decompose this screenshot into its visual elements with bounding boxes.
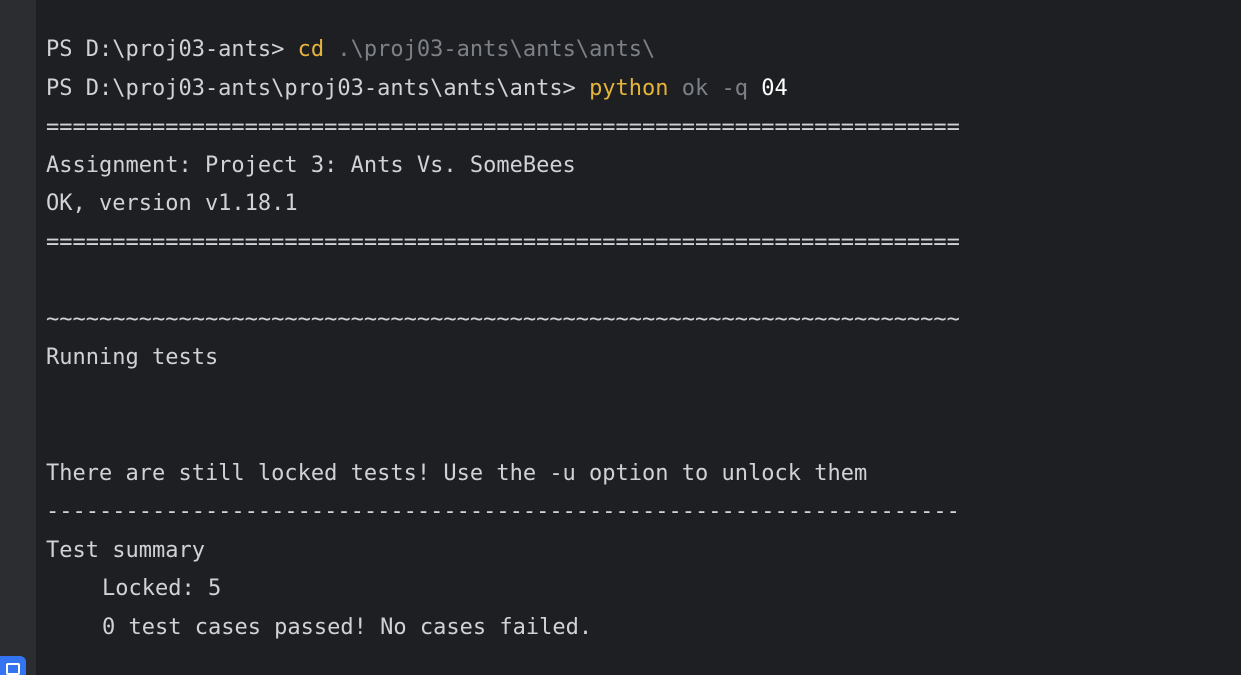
version-line: OK, version v1.18.1 (46, 191, 298, 216)
locked-tests-message: There are still locked tests! Use the -u… (46, 461, 868, 486)
locked-count: Locked: 5 (102, 576, 222, 601)
dash-separator: ----------------------------------------… (46, 499, 960, 524)
left-gutter (0, 0, 36, 675)
separator-top: ========================================… (46, 115, 960, 140)
command-python: python (589, 76, 669, 101)
command-cd: cd (297, 37, 325, 62)
command-argument: .\proj03-ants\ants\ants\ (324, 37, 656, 62)
assignment-line: Assignment: Project 3: Ants Vs. SomeBees (46, 153, 576, 178)
running-tests-line: Running tests (46, 345, 219, 370)
terminal-output[interactable]: PS D:\proj03-ants> cd .\proj03-ants\ants… (46, 30, 1226, 640)
test-result-line: 0 test cases passed! No cases failed. (102, 615, 593, 640)
tilde-separator: ~~~~~~~~~~~~~~~~~~~~~~~~~~~~~~~~~~~~~~~~… (46, 307, 960, 332)
prompt: PS D:\proj03-ants> (46, 37, 298, 62)
terminal-window: PS D:\proj03-ants> cd .\proj03-ants\ants… (0, 0, 1241, 675)
test-summary-title: Test summary (46, 538, 205, 563)
command-line-python: PS D:\proj03-ants\proj03-ants\ants\ants>… (46, 70, 788, 108)
prompt: PS D:\proj03-ants\proj03-ants\ants\ants> (46, 76, 590, 101)
command-question-argument: 04 (748, 76, 788, 101)
command-line-cd: PS D:\proj03-ants> cd .\proj03-ants\ants… (46, 31, 655, 69)
separator-bottom: ========================================… (46, 230, 960, 255)
terminal-icon[interactable] (0, 656, 26, 675)
command-flags: ok -q (668, 76, 749, 101)
